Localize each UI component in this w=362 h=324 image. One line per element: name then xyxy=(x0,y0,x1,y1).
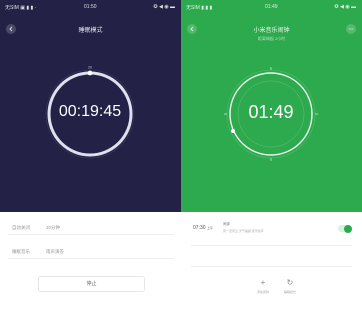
carrier-label: 无SIM ▮ ▮ ▮ xyxy=(186,5,213,11)
alarm-period: 上午 xyxy=(206,226,213,230)
page-title: 小米音乐闹钟 xyxy=(253,28,290,34)
row-value: 20分钟 xyxy=(46,225,61,230)
alarm-dial: 01:49 xyxy=(221,64,321,164)
timer-handle[interactable] xyxy=(87,70,93,76)
sleep-music-row[interactable]: 睡眠音乐 雨声滴答 xyxy=(8,246,173,259)
sleep-mode-header: 无SIM ▣ ▮ ▮ · 01:50 ✪ ◀ ◉ ▬ 睡眠模式 20 00:19… xyxy=(0,0,181,212)
alarm-item[interactable]: 07:30 上午 闹钟 周一至周五 天气播报 音乐铃声 xyxy=(181,218,362,238)
alarm-detail: 周一至周五 天气播报 音乐铃声 xyxy=(223,229,264,233)
toggle-knob xyxy=(344,224,352,233)
plus-icon: + xyxy=(260,278,266,287)
back-button[interactable] xyxy=(187,24,197,34)
page-subtitle: 距离响起 2小时 xyxy=(257,36,286,41)
refresh-icon: ↻ xyxy=(286,278,294,287)
sleep-mode-screen: 无SIM ▣ ▮ ▮ · 01:50 ✪ ◀ ◉ ▬ 睡眠模式 20 00:19… xyxy=(0,0,181,324)
alarm-label: 闹钟 xyxy=(223,222,230,226)
carrier-label: 无SIM ▣ ▮ ▮ · xyxy=(5,5,37,11)
back-button[interactable] xyxy=(6,24,16,34)
more-button[interactable] xyxy=(346,24,356,34)
alarm-countdown: 01:49 xyxy=(248,102,294,122)
alarm-handle[interactable] xyxy=(231,129,235,133)
countdown-time: 00:19:45 xyxy=(58,103,122,120)
add-alarm-button[interactable]: + 添加闹钟 xyxy=(248,278,278,294)
stop-button[interactable]: 停止 xyxy=(38,276,145,292)
sleep-mode-button[interactable]: ↻ 睡眠模式 xyxy=(275,278,305,294)
divider xyxy=(191,266,352,267)
tick-label: 20 xyxy=(88,66,92,70)
action-caption: 睡眠模式 xyxy=(283,290,296,294)
status-icons: ✪ ◀ ◉ ▬ xyxy=(334,4,356,10)
action-caption: 添加闹钟 xyxy=(256,290,269,294)
row-label: 睡眠音乐 xyxy=(12,249,30,254)
auto-close-row[interactable]: 自动关闭 20分钟 xyxy=(8,222,173,235)
alarm-time-value: 07:30 xyxy=(193,225,206,231)
status-time: 01:49 xyxy=(265,4,278,10)
row-label: 自动关闭 xyxy=(12,225,30,230)
chevron-left-icon xyxy=(190,26,194,32)
status-bar: 无SIM ▮ ▮ ▮ 01:49 ✪ ◀ ◉ ▬ xyxy=(181,0,362,14)
row-value: 雨声滴答 xyxy=(46,249,64,254)
sleep-timer-dial: 20 00:19:45 xyxy=(40,64,140,164)
alarm-time: 07:30 上午 xyxy=(193,225,213,231)
chevron-left-icon xyxy=(9,26,13,32)
divider xyxy=(191,245,352,246)
status-time: 01:50 xyxy=(84,4,97,10)
music-alarm-screen: 无SIM ▮ ▮ ▮ 01:49 ✪ ◀ ◉ ▬ 小米音乐闹钟 距离响起 2小时 xyxy=(181,0,362,324)
more-icon xyxy=(348,28,354,30)
alarm-toggle[interactable] xyxy=(338,224,352,233)
page-title: 睡眠模式 xyxy=(78,28,103,34)
alarm-header: 无SIM ▮ ▮ ▮ 01:49 ✪ ◀ ◉ ▬ 小米音乐闹钟 距离响起 2小时 xyxy=(181,0,362,212)
status-icons: ✪ ◀ ◉ ▬ xyxy=(153,4,175,10)
status-bar: 无SIM ▣ ▮ ▮ · 01:50 ✪ ◀ ◉ ▬ xyxy=(0,0,181,14)
